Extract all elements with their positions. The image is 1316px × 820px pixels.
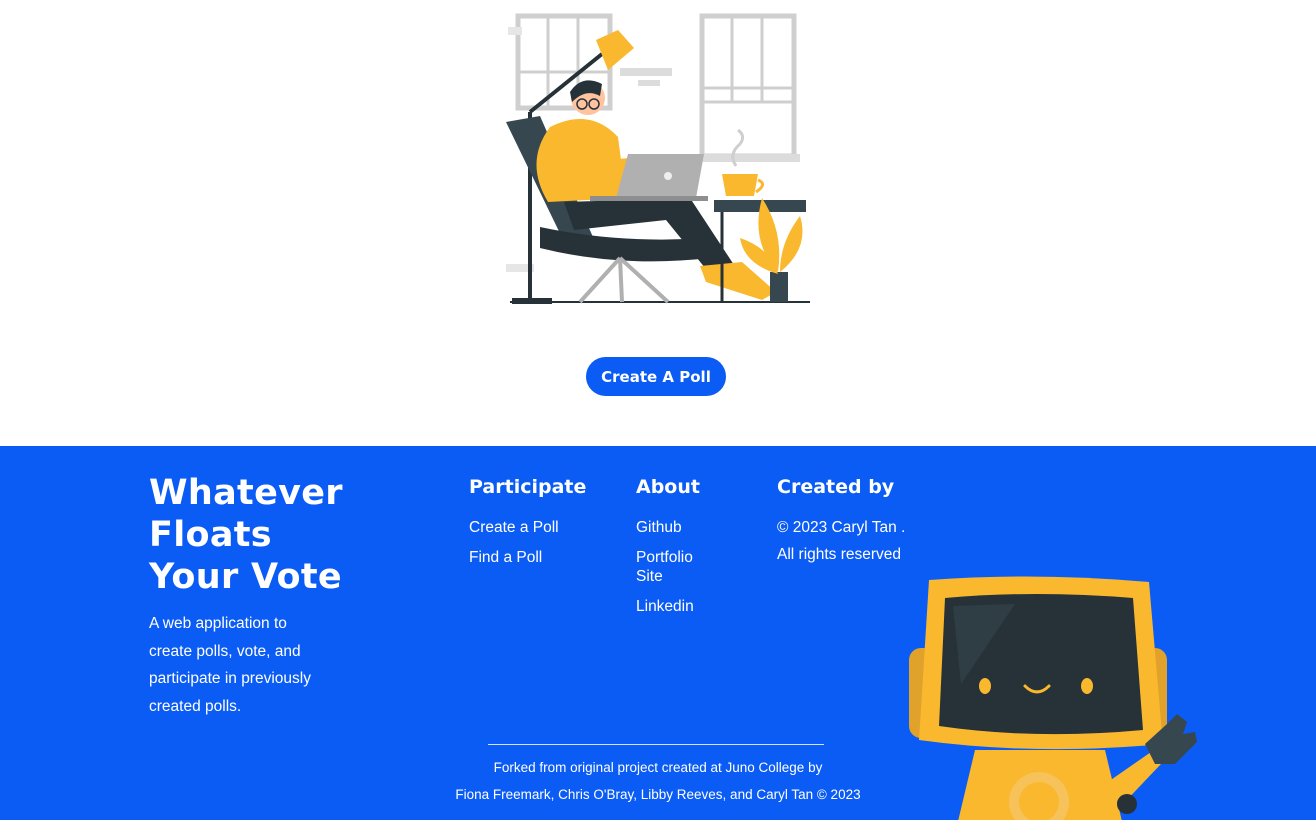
about-links: Github Portfolio Site Linkedin [636,518,716,627]
list-item: Github [636,518,716,537]
created-by-heading: Created by [777,476,895,498]
brand-line: Floats [149,515,272,555]
list-item: Linkedin [636,597,716,616]
copyright-text: © 2023 Caryl Tan . All rights reserved [777,519,906,563]
hero-section: Create A Poll [0,0,1316,446]
linkedin-link[interactable]: Linkedin [636,598,694,615]
credits-line-2: Fiona Freemark, Chris O'Bray, Libby Reev… [455,787,861,802]
brand-tagline: A web application to create polls, vote,… [149,615,311,715]
credits-line-1: Forked from original project created at … [493,760,823,775]
list-item: Portfolio Site [636,548,716,586]
brand-line: Whatever [149,473,343,513]
participate-heading: Participate [469,476,587,498]
person-working-laptop-illustration [506,13,810,304]
create-poll-link[interactable]: Create a Poll [469,519,559,536]
list-item: Find a Poll [469,548,609,567]
footer-divider [488,744,824,745]
participate-links: Create a Poll Find a Poll [469,518,609,578]
find-poll-link[interactable]: Find a Poll [469,549,542,566]
robot-mascot-illustration [909,576,1197,820]
portfolio-site-link[interactable]: Portfolio Site [636,549,693,585]
brand-line: Your Vote [149,557,342,597]
about-heading: About [636,476,700,498]
create-poll-button[interactable]: Create A Poll [586,357,726,396]
github-link[interactable]: Github [636,519,682,536]
list-item: Create a Poll [469,518,609,537]
brand-title: Whatever Floats Your Vote [149,472,349,598]
site-footer: Whatever Floats Your Vote A web applicat… [0,446,1316,820]
